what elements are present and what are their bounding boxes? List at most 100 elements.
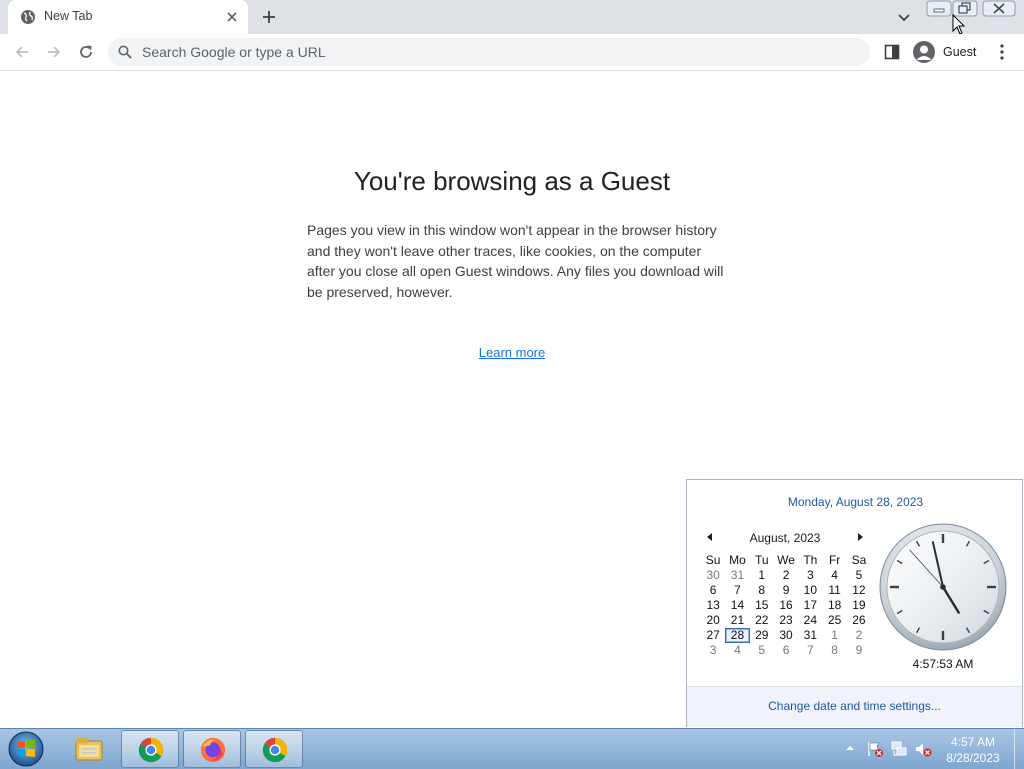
calendar-day[interactable]: 6: [774, 643, 798, 658]
next-month-icon[interactable]: [857, 532, 865, 542]
volume-muted-icon[interactable]: [914, 740, 932, 758]
calendar-day[interactable]: 5: [750, 643, 774, 658]
browser-toolbar: Search Google or type a URL Guest: [0, 34, 1024, 71]
calendar-day[interactable]: 15: [750, 598, 774, 613]
calendar-weekday-header: Su: [705, 553, 721, 567]
calendar-day[interactable]: 30: [701, 568, 725, 583]
calendar-month-label[interactable]: August, 2023: [727, 531, 843, 545]
long-date-link[interactable]: Monday, August 28, 2023: [687, 495, 1024, 509]
calendar-day[interactable]: 29: [750, 628, 774, 643]
flyout-footer: Change date and time settings...: [687, 686, 1022, 727]
close-tab-icon[interactable]: [224, 9, 240, 25]
globe-icon: [21, 10, 35, 24]
previous-month-icon[interactable]: [705, 532, 713, 542]
calendar-day[interactable]: 16: [774, 598, 798, 613]
action-center-flag-icon[interactable]: [866, 740, 884, 758]
guest-description: Pages you view in this window won't appe…: [307, 222, 724, 300]
calendar-day[interactable]: 2: [774, 568, 798, 583]
calendar-day[interactable]: 2: [847, 628, 871, 643]
calendar-day[interactable]: 31: [798, 628, 822, 643]
minimize-icon[interactable]: [926, 0, 952, 18]
profile-label: Guest: [943, 45, 977, 59]
calendar-day[interactable]: 4: [822, 568, 846, 583]
start-button-icon[interactable]: [6, 731, 46, 767]
arrow-right-icon[interactable]: [45, 43, 63, 61]
calendar-day[interactable]: 9: [774, 583, 798, 598]
calendar-day[interactable]: 25: [822, 613, 846, 628]
calendar-weekday-header: Sa: [851, 553, 867, 567]
calendar-day[interactable]: 10: [798, 583, 822, 598]
calendar-weekday-header: Mo: [729, 553, 746, 567]
calendar-day[interactable]: 23: [774, 613, 798, 628]
chevron-down-icon[interactable]: [896, 9, 912, 25]
taskbar: 4:57 AM 8/28/2023: [0, 728, 1024, 769]
tab-new-tab[interactable]: New Tab: [8, 0, 248, 34]
tab-title: New Tab: [44, 9, 93, 23]
calendar-day[interactable]: 11: [822, 583, 846, 598]
taskbar-item-chrome[interactable]: [121, 730, 179, 768]
calendar-day[interactable]: 8: [750, 583, 774, 598]
search-icon: [118, 45, 132, 59]
mouse-cursor-icon: [952, 14, 966, 35]
calendar-day-today[interactable]: 28: [725, 628, 750, 643]
calendar-day[interactable]: 7: [798, 643, 822, 658]
calendar-day[interactable]: 24: [798, 613, 822, 628]
side-panel-icon[interactable]: [884, 44, 900, 60]
plus-icon[interactable]: [260, 8, 278, 26]
chrome-icon: [262, 737, 288, 763]
calendar-day[interactable]: 21: [725, 613, 749, 628]
taskbar-date: 8/28/2023: [946, 751, 1000, 765]
clock-digital-time: 4:57:53 AM: [912, 657, 974, 671]
calendar-day[interactable]: 20: [701, 613, 725, 628]
taskbar-time: 4:57 AM: [950, 735, 996, 749]
learn-more-link[interactable]: Learn more: [0, 345, 1024, 360]
calendar-day[interactable]: 9: [847, 643, 871, 658]
reload-icon[interactable]: [77, 43, 95, 61]
taskbar-clock[interactable]: 4:57 AM 8/28/2023: [940, 734, 1006, 766]
window-close-icon[interactable]: [982, 0, 1016, 18]
profile-button[interactable]: Guest: [910, 38, 982, 66]
calendar-day[interactable]: 6: [701, 583, 725, 598]
calendar-day[interactable]: 26: [847, 613, 871, 628]
address-bar[interactable]: Search Google or type a URL: [108, 38, 870, 66]
tab-strip: New Tab: [0, 0, 1024, 34]
network-icon[interactable]: [890, 740, 908, 758]
calendar-day[interactable]: 13: [701, 598, 725, 613]
taskbar-item-firefox[interactable]: [183, 730, 241, 768]
address-bar-placeholder: Search Google or type a URL: [142, 44, 326, 60]
show-desktop-button[interactable]: [1014, 729, 1024, 769]
taskbar-item-chrome-guest[interactable]: [245, 730, 303, 768]
kebab-menu-icon[interactable]: [994, 43, 1010, 61]
folder-icon: [75, 738, 103, 761]
change-date-time-settings-link[interactable]: Change date and time settings...: [687, 699, 1022, 713]
calendar-day[interactable]: 12: [847, 583, 871, 598]
calendar-weekday-header: Fr: [828, 553, 841, 567]
calendar-day[interactable]: 30: [774, 628, 798, 643]
calendar-weekday-header: Tu: [754, 553, 769, 567]
calendar-day[interactable]: 31: [725, 568, 749, 583]
guest-avatar-icon: [913, 41, 935, 63]
calendar-day[interactable]: 22: [750, 613, 774, 628]
calendar-day[interactable]: 3: [798, 568, 822, 583]
calendar-day[interactable]: 14: [725, 598, 749, 613]
calendar-flyout: Monday, August 28, 2023 August, 2023 Su M…: [686, 479, 1023, 727]
calendar-day[interactable]: 17: [798, 598, 822, 613]
calendar-day[interactable]: 1: [750, 568, 774, 583]
calendar-day[interactable]: 18: [822, 598, 846, 613]
calendar-day[interactable]: 3: [701, 643, 725, 658]
calendar-day[interactable]: 19: [847, 598, 871, 613]
learn-more-label[interactable]: Learn more: [479, 345, 545, 360]
calendar-day[interactable]: 1: [822, 628, 846, 643]
taskbar-item-file-explorer[interactable]: [60, 730, 118, 768]
calendar-day[interactable]: 7: [725, 583, 749, 598]
calendar-weekday-header: We: [777, 553, 795, 567]
show-hidden-icons-icon[interactable]: [845, 743, 855, 753]
arrow-left-icon[interactable]: [13, 43, 31, 61]
calendar-day[interactable]: 27: [701, 628, 725, 643]
calendar-day[interactable]: 5: [847, 568, 871, 583]
analog-clock-icon: [879, 523, 1007, 651]
calendar-day[interactable]: 8: [822, 643, 846, 658]
calendar-day[interactable]: 4: [725, 643, 749, 658]
firefox-icon: [200, 737, 226, 763]
page-heading: You're browsing as a Guest: [353, 166, 671, 196]
